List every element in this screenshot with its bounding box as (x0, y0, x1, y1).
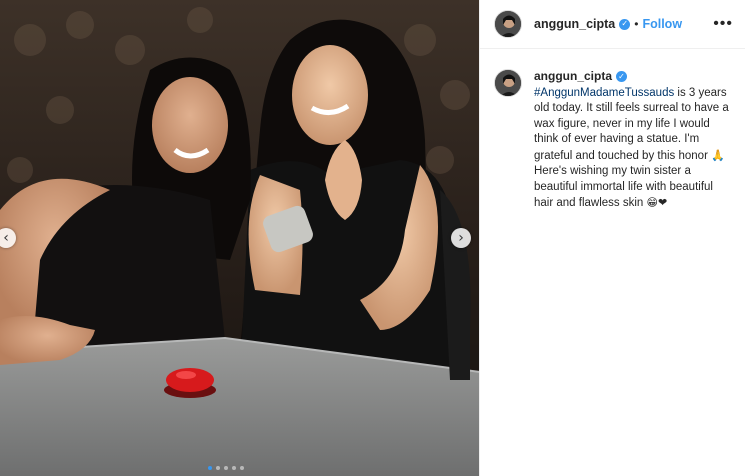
carousel-dot (224, 466, 228, 470)
carousel-indicator (208, 466, 244, 470)
separator: • (634, 17, 639, 31)
avatar[interactable] (494, 10, 522, 38)
caption-text: #AnggunMadameTussauds is 3 years old tod… (534, 86, 730, 212)
carousel-next-button[interactable]: › (451, 228, 471, 248)
verified-badge-icon: ✓ (619, 18, 631, 30)
carousel-dot (208, 466, 212, 470)
post-photo[interactable]: ‹ › (0, 0, 479, 476)
follow-button[interactable]: Follow (642, 17, 682, 31)
grin-heart-emoji-icon: 😁❤ (646, 196, 668, 209)
photo-image (0, 0, 479, 476)
carousel-dot (216, 466, 220, 470)
carousel-dot (232, 466, 236, 470)
chevron-right-icon: › (458, 230, 464, 246)
hashtag-link[interactable]: #AnggunMadameTussauds (534, 87, 674, 99)
avatar-image (495, 70, 521, 96)
carousel-dot (240, 466, 244, 470)
avatar-image (495, 11, 521, 37)
post-header: anggun_cipta ✓ • Follow ••• (480, 0, 745, 49)
avatar[interactable] (494, 69, 522, 97)
caption-username[interactable]: anggun_cipta (534, 69, 612, 85)
caption-text-part-2: Here's wishing my twin sister a beautifu… (534, 165, 713, 209)
post-side-panel: anggun_cipta ✓ • Follow ••• anggun_cipta… (479, 0, 745, 476)
more-options-icon[interactable]: ••• (713, 15, 733, 33)
chevron-left-icon: ‹ (3, 230, 9, 246)
caption-comment: anggun_cipta ✓ #AnggunMadameTussauds is … (480, 49, 745, 212)
caption-text-block: anggun_cipta ✓ #AnggunMadameTussauds is … (534, 69, 730, 212)
verified-badge-icon: ✓ (616, 71, 628, 83)
pray-emoji-icon: 🙏 (711, 148, 725, 162)
post-username[interactable]: anggun_cipta (534, 17, 615, 31)
